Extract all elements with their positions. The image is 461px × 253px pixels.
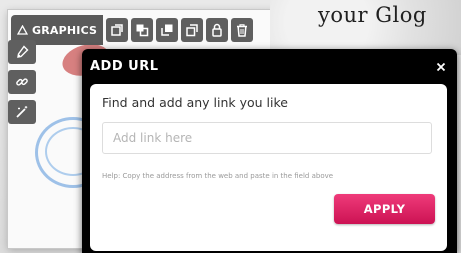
lock-button[interactable] [206, 18, 229, 42]
link-icon [15, 75, 29, 89]
dialog-body: Find and add any link you like Help: Cop… [90, 84, 447, 251]
lock-icon [210, 23, 224, 37]
background-title: your Glog [318, 3, 427, 27]
graphics-toolbar: GRAPHICS [11, 15, 254, 45]
help-text: Help: Copy the address from the web and … [102, 172, 334, 180]
apply-button[interactable]: APPLY [334, 194, 435, 224]
copy-icon [110, 23, 124, 37]
trash-icon [235, 23, 249, 37]
brush-tool-button[interactable] [8, 40, 36, 64]
add-url-dialog: ADD URL Find and add any link you like H… [82, 49, 457, 253]
delete-button[interactable] [231, 18, 254, 42]
magic-wand-tool-button[interactable] [8, 100, 36, 124]
brush-icon [15, 45, 29, 59]
duplicate-button[interactable] [131, 18, 154, 42]
close-icon [436, 57, 446, 76]
graphics-tab-label: GRAPHICS [32, 23, 98, 37]
triangle-icon [17, 25, 28, 35]
magic-wand-icon [15, 105, 29, 119]
bring-front-button[interactable] [156, 18, 179, 42]
left-tools [8, 40, 36, 124]
duplicate-icon [135, 23, 149, 37]
send-back-icon [185, 23, 199, 37]
close-button[interactable] [433, 58, 449, 74]
link-input[interactable] [102, 122, 432, 154]
dialog-title: ADD URL [90, 59, 159, 74]
bring-front-icon [160, 23, 174, 37]
send-back-button[interactable] [181, 18, 204, 42]
copy-button[interactable] [106, 18, 129, 42]
dialog-heading: Find and add any link you like [102, 95, 288, 110]
link-tool-button[interactable] [8, 70, 36, 94]
